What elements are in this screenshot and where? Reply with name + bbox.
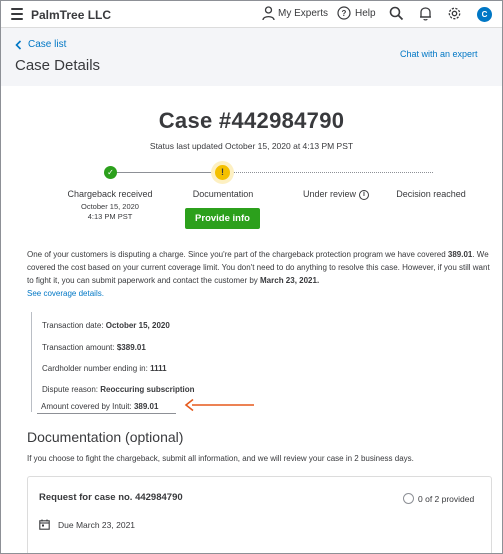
detail-label: Cardholder number ending in:	[42, 364, 151, 373]
detail-value: Reoccuring subscription	[100, 385, 195, 394]
detail-transaction-date: Transaction date: October 15, 2020	[42, 321, 170, 330]
info-icon[interactable]: i	[359, 189, 370, 200]
documentation-subtitle: If you choose to fight the chargeback, s…	[27, 454, 414, 463]
detail-amount-covered: Amount covered by Intuit: 389.01	[41, 402, 158, 411]
progress-line-complete	[115, 172, 215, 173]
step-chargeback-received: Chargeback received	[67, 189, 153, 199]
case-list-link[interactable]: Case list	[15, 39, 66, 50]
step-decision-reached: Decision reached	[396, 189, 466, 199]
detail-value: 1111	[150, 364, 167, 373]
documentation-title: Documentation (optional)	[27, 429, 184, 445]
my-experts-button[interactable]: My Experts	[262, 6, 328, 21]
search-button[interactable]	[389, 6, 404, 21]
detail-label: Transaction amount:	[42, 343, 117, 352]
request-provided-count: 0 of 2 provided	[418, 493, 475, 504]
case-list-label: Case list	[28, 39, 67, 50]
help-label: Help	[355, 7, 376, 19]
help-button[interactable]: ? Help	[337, 6, 376, 20]
description-amount: 389.01	[447, 250, 473, 259]
due-date-label: Due March 23, 2021	[58, 519, 136, 530]
detail-cardholder-number: Cardholder number ending in: 1111	[42, 364, 167, 373]
my-experts-label: My Experts	[278, 8, 329, 19]
request-status: 0 of 2 provided	[403, 493, 474, 504]
detail-label: Amount covered by Intuit:	[41, 402, 134, 411]
case-title: Case #442984790	[158, 108, 345, 133]
detail-value: 389.01	[133, 402, 159, 411]
due-date: Due March 23, 2021	[39, 519, 135, 530]
provide-info-button[interactable]: Provide info	[185, 208, 260, 229]
request-card[interactable]: Request for case no. 442984790 0 of 2 pr…	[27, 476, 492, 553]
progress-line-pending	[233, 172, 433, 173]
arrow-left-icon	[184, 398, 254, 412]
case-status-updated: Status last updated October 15, 2020 at …	[149, 141, 354, 151]
step-chargeback-time: 4:13 PM PST	[87, 212, 133, 221]
transaction-details: Transaction date: October 15, 2020 Trans…	[31, 312, 271, 412]
help-icon: ?	[337, 6, 351, 20]
description-deadline: March 23, 2021.	[260, 276, 320, 285]
page-title: Case Details	[15, 57, 101, 74]
settings-button[interactable]	[447, 6, 462, 21]
exclamation-icon: !	[215, 165, 230, 180]
description-text-1: One of your customers is disputing a cha…	[27, 250, 448, 259]
hamburger-icon[interactable]	[11, 8, 23, 20]
person-icon	[262, 6, 275, 21]
check-icon: ✓	[104, 166, 117, 179]
see-coverage-details-link[interactable]: See coverage details.	[27, 289, 104, 298]
app-window: PalmTree LLC My Experts ? Help C Case li…	[0, 0, 503, 554]
detail-transaction-amount: Transaction amount: $389.01	[42, 343, 146, 352]
step-documentation: Documentation	[192, 189, 254, 199]
detail-value: $389.01	[116, 343, 146, 352]
case-description: One of your customers is disputing a cha…	[27, 248, 497, 300]
chat-with-expert-link[interactable]: Chat with an expert	[400, 49, 478, 59]
detail-label: Dispute reason:	[42, 385, 101, 394]
calendar-icon	[39, 519, 50, 530]
circle-icon	[403, 493, 414, 504]
step-chargeback-date: October 15, 2020	[81, 202, 139, 211]
page-header: Case list Case Details Chat with an expe…	[1, 28, 502, 86]
step-under-review-label: Under review	[302, 189, 357, 199]
detail-label: Transaction date:	[42, 321, 106, 330]
detail-value: October 15, 2020	[105, 321, 170, 330]
chevron-left-icon	[15, 39, 22, 50]
gear-icon	[448, 7, 461, 20]
top-bar: PalmTree LLC My Experts ? Help C	[1, 1, 502, 28]
company-name: PalmTree LLC	[31, 8, 112, 22]
detail-dispute-reason: Dispute reason: Reoccuring subscription	[42, 385, 195, 394]
notifications-button[interactable]	[419, 6, 432, 21]
avatar[interactable]: C	[477, 7, 492, 22]
search-icon	[389, 6, 404, 21]
amount-covered-highlight: Amount covered by Intuit: 389.01	[37, 399, 176, 414]
request-title: Request for case no. 442984790	[39, 492, 183, 503]
svg-text:?: ?	[342, 9, 347, 18]
bell-icon	[420, 7, 431, 21]
step-under-review: Under review i	[281, 189, 391, 200]
